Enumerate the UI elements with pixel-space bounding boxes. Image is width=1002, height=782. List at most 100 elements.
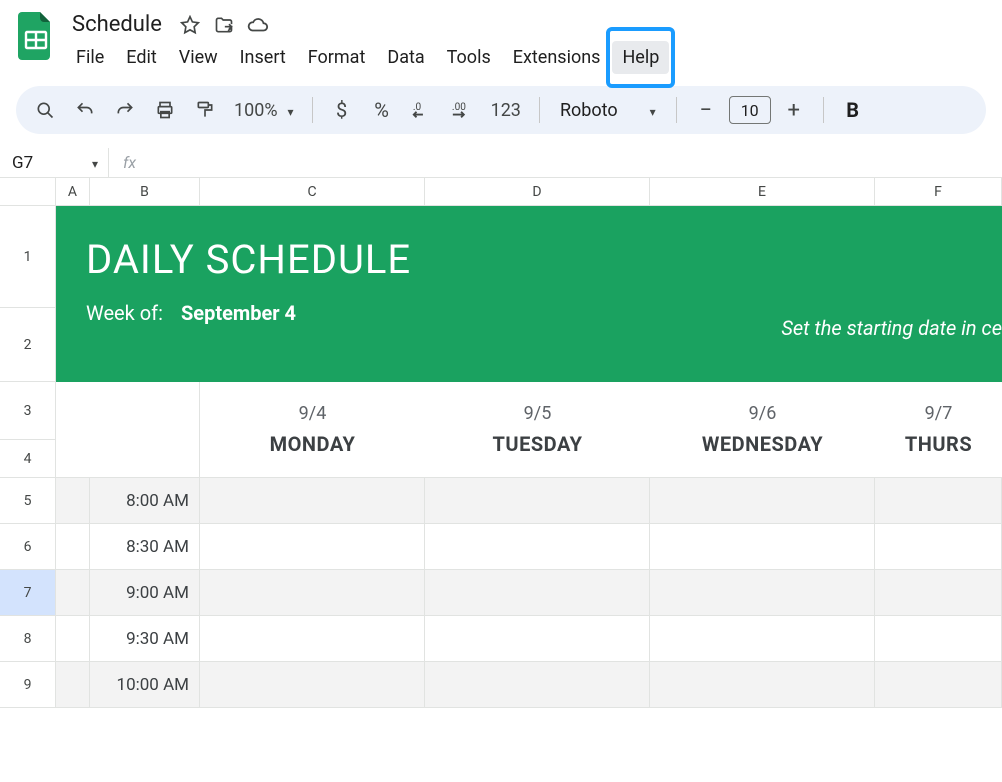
decrease-decimal-icon[interactable]: .0	[405, 93, 439, 127]
row-header-7[interactable]: 7	[0, 570, 56, 616]
time-row: 10:00 AM	[56, 662, 1002, 708]
separator	[676, 97, 677, 123]
spreadsheet-grid[interactable]: ABCDEF 123456789 DAILY SCHEDULE Week of:…	[0, 178, 1002, 708]
separator	[312, 97, 313, 123]
row-header-8[interactable]: 8	[0, 616, 56, 662]
time-label[interactable]: 8:30 AM	[90, 524, 200, 570]
menu-insert[interactable]: Insert	[230, 41, 296, 74]
schedule-cell[interactable]	[875, 570, 1002, 616]
schedule-cell[interactable]	[200, 662, 425, 708]
name-box[interactable]: G7	[0, 148, 108, 177]
decrease-font-icon[interactable]: −	[689, 93, 723, 127]
search-icon[interactable]	[28, 93, 62, 127]
cell[interactable]	[56, 616, 90, 662]
day-column-monday[interactable]: 9/4 MONDAY	[200, 382, 425, 478]
formula-bar-row: G7 fx	[0, 148, 1002, 178]
column-header-F[interactable]: F	[875, 178, 1002, 205]
schedule-cell[interactable]	[425, 478, 650, 524]
paint-format-icon[interactable]	[188, 93, 222, 127]
time-label[interactable]: 8:00 AM	[90, 478, 200, 524]
app-header: Schedule FileEditViewInsertFormatDataToo…	[0, 0, 1002, 74]
number-format-button[interactable]: 123	[485, 100, 527, 121]
menu-view[interactable]: View	[169, 41, 228, 74]
day-column-wednesday[interactable]: 9/6 WEDNESDAY	[650, 382, 875, 478]
schedule-cell[interactable]	[650, 662, 875, 708]
select-all-corner[interactable]	[0, 178, 56, 205]
cell[interactable]	[56, 478, 90, 524]
schedule-cell[interactable]	[425, 616, 650, 662]
sheets-logo-icon[interactable]	[16, 10, 56, 62]
day-date: 9/4	[299, 403, 327, 424]
schedule-cell[interactable]	[875, 616, 1002, 662]
schedule-cell[interactable]	[425, 524, 650, 570]
cell[interactable]	[56, 662, 90, 708]
row-header-9[interactable]: 9	[0, 662, 56, 708]
row-header-5[interactable]: 5	[0, 478, 56, 524]
menu-tools[interactable]: Tools	[437, 41, 501, 74]
bold-icon[interactable]: B	[836, 93, 870, 127]
toolbar: 100% $ % .0 .00 123 Roboto − 10 + B	[16, 86, 986, 134]
menu-data[interactable]: Data	[377, 41, 434, 74]
column-header-A[interactable]: A	[56, 178, 90, 205]
schedule-cell[interactable]	[875, 662, 1002, 708]
schedule-cell[interactable]	[650, 524, 875, 570]
document-title[interactable]: Schedule	[66, 10, 168, 39]
cell[interactable]	[56, 570, 90, 616]
day-name: THURS	[905, 432, 972, 456]
week-of-value[interactable]: September 4	[181, 301, 296, 325]
time-label[interactable]: 9:00 AM	[90, 570, 200, 616]
schedule-cell[interactable]	[200, 478, 425, 524]
day-column-thurs[interactable]: 9/7 THURS	[875, 382, 1002, 478]
schedule-cell[interactable]	[425, 662, 650, 708]
undo-icon[interactable]	[68, 93, 102, 127]
row-header-4[interactable]: 4	[0, 440, 56, 478]
schedule-cell[interactable]	[200, 616, 425, 662]
menu-extensions[interactable]: Extensions	[503, 41, 611, 74]
day-date: 9/7	[925, 403, 953, 424]
move-icon[interactable]	[212, 13, 236, 37]
print-icon[interactable]	[148, 93, 182, 127]
schedule-cell[interactable]	[200, 524, 425, 570]
cloud-status-icon[interactable]	[246, 13, 270, 37]
time-row: 9:00 AM	[56, 570, 1002, 616]
time-row: 8:00 AM	[56, 478, 1002, 524]
menu-format[interactable]: Format	[298, 41, 376, 74]
banner-hint: Set the starting date in ce	[781, 316, 1002, 340]
format-percent-icon[interactable]: %	[365, 93, 399, 127]
menu-edit[interactable]: Edit	[116, 41, 166, 74]
separator	[539, 97, 540, 123]
font-size-input[interactable]: 10	[729, 96, 771, 124]
star-icon[interactable]	[178, 13, 202, 37]
schedule-cell[interactable]	[200, 570, 425, 616]
schedule-cell[interactable]	[875, 524, 1002, 570]
schedule-cell[interactable]	[650, 478, 875, 524]
day-column-tuesday[interactable]: 9/5 TUESDAY	[425, 382, 650, 478]
row-header-3[interactable]: 3	[0, 382, 56, 440]
schedule-cell[interactable]	[875, 478, 1002, 524]
column-header-D[interactable]: D	[425, 178, 650, 205]
schedule-cell[interactable]	[425, 570, 650, 616]
row-header-6[interactable]: 6	[0, 524, 56, 570]
column-header-E[interactable]: E	[650, 178, 875, 205]
formula-input[interactable]	[146, 154, 846, 171]
row-header-1[interactable]: 1	[0, 206, 56, 308]
cell[interactable]	[56, 524, 90, 570]
menu-bar: FileEditViewInsertFormatDataToolsExtensi…	[66, 41, 986, 74]
schedule-cell[interactable]	[650, 570, 875, 616]
increase-font-icon[interactable]: +	[777, 93, 811, 127]
format-currency-icon[interactable]: $	[325, 93, 359, 127]
time-label[interactable]: 10:00 AM	[90, 662, 200, 708]
menu-file[interactable]: File	[66, 41, 114, 74]
menu-help[interactable]: Help	[612, 41, 669, 74]
increase-decimal-icon[interactable]: .00	[445, 93, 479, 127]
day-date: 9/5	[524, 403, 552, 424]
redo-icon[interactable]	[108, 93, 142, 127]
column-header-B[interactable]: B	[90, 178, 200, 205]
time-row: 8:30 AM	[56, 524, 1002, 570]
schedule-cell[interactable]	[650, 616, 875, 662]
time-label[interactable]: 9:30 AM	[90, 616, 200, 662]
font-family-select[interactable]: Roboto	[552, 100, 664, 121]
zoom-select[interactable]: 100%	[228, 100, 300, 121]
column-header-C[interactable]: C	[200, 178, 425, 205]
row-header-2[interactable]: 2	[0, 308, 56, 382]
